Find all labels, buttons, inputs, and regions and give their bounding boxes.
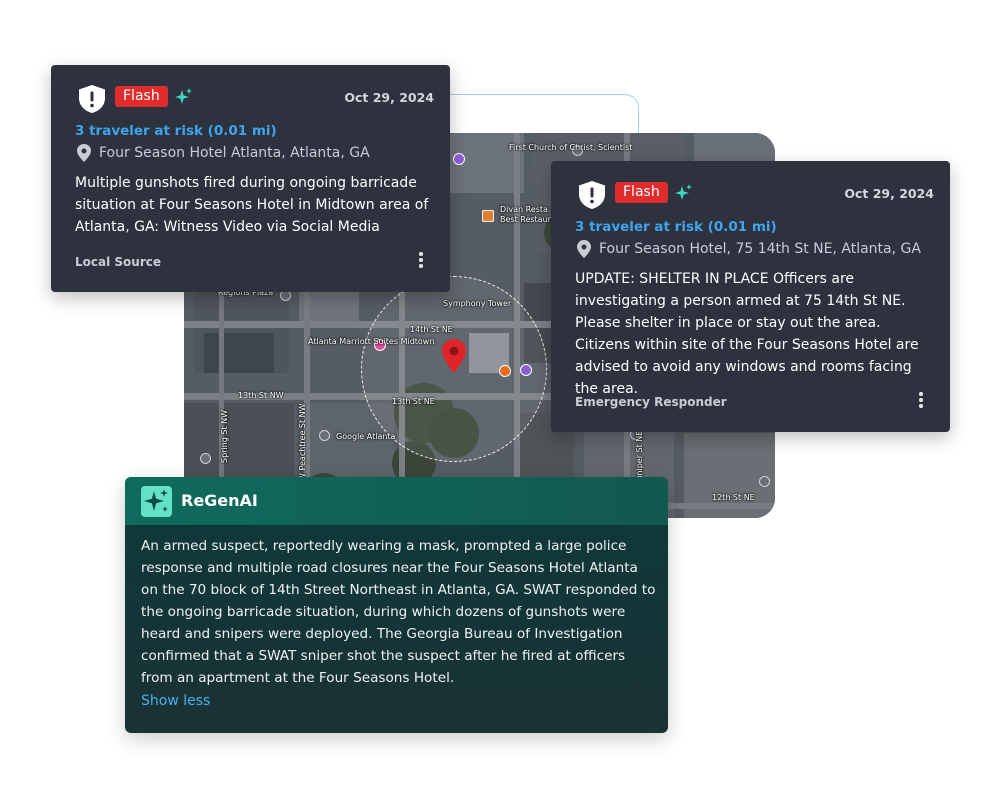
travelers-at-risk-link[interactable]: 3 traveler at risk (0.01 mi) [75,123,277,139]
map-label-13th-ne: 13th St NE [392,397,435,406]
alert-body: Multiple gunshots fired during ongoing b… [75,175,429,235]
regenai-summary-card: ReGenAI An armed suspect, reportedly wea… [125,477,668,733]
regenai-header: ReGenAI [125,477,668,525]
alert-date: Oct 29, 2024 [344,90,434,105]
map-label-juniper: Juniper St NE [635,430,644,483]
alert-source: Emergency Responder [575,395,727,409]
map-label-google: Google Atlanta [336,432,396,441]
shield-alert-icon [79,85,105,113]
location-pin-icon[interactable] [442,339,466,373]
map-label-symphony-tower: Symphony Tower [443,299,512,308]
flash-badge: Flash [615,182,668,203]
show-less-link[interactable]: Show less [141,693,210,709]
map-label-14th-st: 14th St NE [410,325,453,334]
alert-source: Local Source [75,255,161,269]
regenai-summary-text: An armed suspect, reportedly wearing a m… [141,538,656,686]
poi-gray-icon[interactable] [319,430,330,441]
more-options-icon[interactable] [418,252,424,270]
shield-alert-icon [579,181,605,209]
regenai-title: ReGenAI [181,491,258,510]
alert-card-1[interactable]: Flash Oct 29, 2024 3 traveler at risk (0… [51,65,450,292]
poi-gray-icon[interactable] [759,476,770,487]
poi-gray-icon[interactable] [200,453,211,464]
map-label-best-restaurant: Best Restaurant in Midtown [500,215,610,224]
travelers-at-risk-link[interactable]: 3 traveler at risk (0.01 mi) [575,219,777,235]
flash-badge: Flash [115,86,168,107]
map-label-spring-st: Spring St NW [220,409,229,463]
map-label-first-church: First Church of Christ, Scientist [509,143,633,152]
location-pin-icon [577,240,591,258]
alert-body: UPDATE: SHELTER IN PLACE Officers are in… [575,271,919,397]
poi-church-icon[interactable] [453,153,465,165]
poi-restaurant-icon[interactable] [482,210,494,222]
regenai-logo-icon [141,486,172,517]
ai-sparkle-icon [175,88,192,104]
poi-shop-icon[interactable] [520,364,532,376]
alert-location: Four Season Hotel Atlanta, Atlanta, GA [99,145,370,161]
alert-date: Oct 29, 2024 [844,186,934,201]
alert-card-2[interactable]: Flash Oct 29, 2024 3 traveler at risk (0… [551,161,950,432]
more-options-icon[interactable] [918,392,924,410]
location-pin-icon [77,144,91,162]
map-label-marriott: Atlanta Marriott Suites Midtown [308,337,435,346]
map-label-divan: Divan Resta... [500,205,556,214]
map-label-12th-st: 12th St NE [712,493,755,502]
poi-food-icon[interactable] [499,365,511,377]
alert-location: Four Season Hotel, 75 14th St NE, Atlant… [599,241,921,257]
ai-sparkle-icon [675,184,692,200]
map-label-13th-nw: 13th St NW [238,391,284,400]
map-label-w-peachtree: W Peachtree St NW [298,403,307,481]
